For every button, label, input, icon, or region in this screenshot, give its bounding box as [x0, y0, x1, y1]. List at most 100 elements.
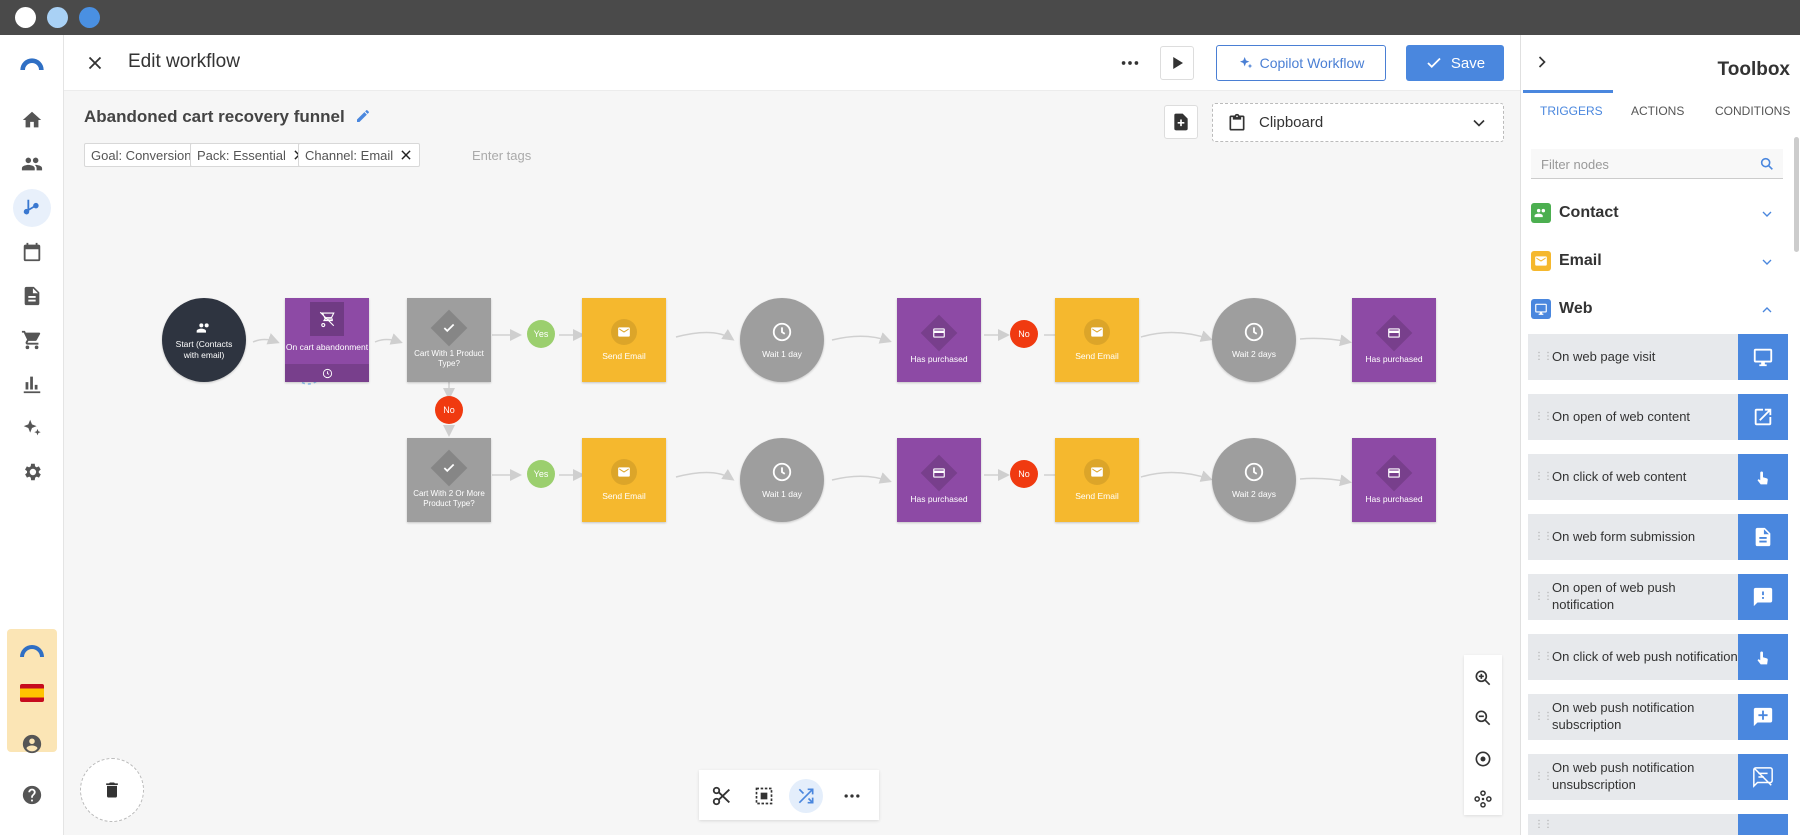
drag-handle-icon[interactable]: ⋮⋮	[1534, 592, 1553, 602]
credit-card-icon	[933, 328, 945, 338]
tab-conditions[interactable]: CONDITIONS	[1715, 104, 1790, 118]
wait-label: Wait 1 day	[762, 488, 802, 499]
tab-actions[interactable]: ACTIONS	[1631, 104, 1684, 118]
toolbox-item[interactable]: ⋮⋮ On web form submission	[1528, 514, 1788, 560]
check-icon	[443, 324, 455, 333]
toolbox-item-label: On open of web push notification	[1552, 580, 1676, 612]
toolbox-item[interactable]: ⋮⋮ On web page visit	[1528, 334, 1788, 380]
credit-card-icon	[1388, 328, 1400, 338]
select-all-button[interactable]	[747, 779, 781, 813]
contacts-icon[interactable]	[18, 150, 46, 178]
toolbox-item[interactable]: ⋮⋮ On web push notification unsubscripti…	[1528, 754, 1788, 800]
category-web[interactable]: Web	[1531, 294, 1783, 324]
condition-node[interactable]: Cart With 2 Or More Product Type?	[407, 438, 491, 522]
home-icon[interactable]	[18, 106, 46, 134]
save-button[interactable]: Save	[1406, 45, 1504, 81]
start-node-label: Start (Contacts with email)	[175, 339, 233, 360]
send-email-node[interactable]: Send Email	[1055, 298, 1139, 382]
drag-handle-icon[interactable]: ⋮⋮	[1534, 532, 1553, 542]
calendar-icon[interactable]	[18, 238, 46, 266]
send-email-label: Send Email	[602, 490, 646, 501]
user-account-icon[interactable]	[18, 730, 46, 758]
fit-nodes-button[interactable]	[1471, 787, 1495, 811]
category-contact[interactable]: Contact	[1531, 198, 1783, 228]
tab-triggers[interactable]: TRIGGERS	[1540, 104, 1603, 118]
filter-nodes-input[interactable]: Filter nodes	[1531, 149, 1783, 179]
notification-off-icon	[1738, 754, 1788, 800]
drag-handle-icon[interactable]: ⋮⋮	[1534, 712, 1553, 722]
toolbox-item[interactable]: ⋮⋮ On web push notification subscription	[1528, 694, 1788, 740]
drag-handle-icon[interactable]: ⋮⋮	[1534, 819, 1553, 829]
condition-diamond	[920, 454, 958, 492]
yes-branch-badge[interactable]: Yes	[527, 320, 555, 348]
workflows-icon[interactable]	[13, 189, 51, 227]
center-view-button[interactable]	[1471, 747, 1495, 771]
toolbox-item-partial[interactable]: ⋮⋮	[1528, 814, 1788, 835]
chevron-up-icon	[1762, 307, 1772, 313]
zoom-in-button[interactable]	[1471, 666, 1495, 690]
workflow-canvas[interactable]: Abandoned cart recovery funnel Goal: Con…	[64, 92, 1520, 835]
email-category-icon	[1531, 251, 1551, 271]
wait-node[interactable]: Wait 2 days	[1212, 438, 1296, 522]
category-email[interactable]: Email	[1531, 246, 1783, 276]
window-maximize-dot[interactable]	[79, 7, 100, 28]
no-branch-badge[interactable]: No	[1010, 460, 1038, 488]
wait-node[interactable]: Wait 2 days	[1212, 298, 1296, 382]
toolbox-scrollbar[interactable]	[1794, 137, 1799, 252]
send-email-node[interactable]: Send Email	[582, 438, 666, 522]
toolbox-item[interactable]: ⋮⋮ On click of web content	[1528, 454, 1788, 500]
delete-drop-zone[interactable]	[80, 758, 144, 822]
open-external-icon	[1738, 394, 1788, 440]
document-icon[interactable]	[18, 282, 46, 310]
has-purchased-node[interactable]: Has purchased	[897, 298, 981, 382]
window-close-dot[interactable]	[15, 7, 36, 28]
drag-handle-icon[interactable]: ⋮⋮	[1534, 652, 1553, 662]
send-email-node[interactable]: Send Email	[1055, 438, 1139, 522]
drag-handle-icon[interactable]: ⋮⋮	[1534, 772, 1553, 782]
trigger-node[interactable]: On cart abandonment	[285, 298, 369, 382]
cut-button[interactable]	[705, 779, 739, 813]
pointer-icon	[1738, 454, 1788, 500]
more-tools-button[interactable]	[835, 779, 869, 813]
credit-card-icon	[1388, 468, 1400, 478]
settings-icon[interactable]	[18, 458, 46, 486]
has-purchased-node[interactable]: Has purchased	[897, 438, 981, 522]
drag-handle-icon[interactable]: ⋮⋮	[1534, 412, 1553, 422]
condition-node[interactable]: Cart With 1 Product Type?	[407, 298, 491, 382]
drag-handle-icon[interactable]: ⋮⋮	[1534, 472, 1553, 482]
ai-sparkle-icon[interactable]	[18, 414, 46, 442]
send-email-node[interactable]: Send Email	[582, 298, 666, 382]
more-options-button[interactable]	[1113, 46, 1147, 80]
drag-handle-icon[interactable]: ⋮⋮	[1534, 352, 1553, 362]
has-purchased-node[interactable]: Has purchased	[1352, 298, 1436, 382]
wait-node[interactable]: Wait 1 day	[740, 438, 824, 522]
run-workflow-button[interactable]	[1160, 46, 1194, 80]
zoom-in-icon	[1475, 670, 1491, 686]
yes-branch-badge[interactable]: Yes	[527, 460, 555, 488]
has-purchased-label: Has purchased	[1365, 353, 1423, 364]
start-node[interactable]: Start (Contacts with email)	[162, 298, 246, 382]
auto-layout-button[interactable]	[789, 779, 823, 813]
save-label: Save	[1450, 54, 1486, 72]
help-icon[interactable]	[18, 781, 46, 809]
select-frame-icon	[755, 787, 773, 805]
brand-logo-icon[interactable]	[18, 49, 46, 77]
toolbox-item[interactable]: ⋮⋮ On click of web push notification	[1528, 634, 1788, 680]
category-label: Contact	[1559, 204, 1619, 221]
toolbox-item-label: On web push notification unsubscription	[1552, 760, 1695, 792]
analytics-icon[interactable]	[18, 370, 46, 398]
no-branch-badge[interactable]: No	[1010, 320, 1038, 348]
more-horizontal-icon	[844, 794, 860, 798]
copilot-workflow-button[interactable]: Copilot Workflow	[1216, 45, 1386, 81]
window-minimize-dot[interactable]	[47, 7, 68, 28]
has-purchased-node[interactable]: Has purchased	[1352, 438, 1436, 522]
wait-node[interactable]: Wait 1 day	[740, 298, 824, 382]
close-editor-button[interactable]	[78, 46, 112, 80]
zoom-out-button[interactable]	[1471, 706, 1495, 730]
toolbox-item[interactable]: ⋮⋮ On open of web push notification	[1528, 574, 1788, 620]
cart-icon[interactable]	[18, 326, 46, 354]
collapse-toolbox-button[interactable]	[1525, 45, 1559, 79]
toolbox-item[interactable]: ⋮⋮ On open of web content	[1528, 394, 1788, 440]
left-nav	[0, 35, 64, 835]
no-branch-badge[interactable]: No	[435, 396, 463, 424]
